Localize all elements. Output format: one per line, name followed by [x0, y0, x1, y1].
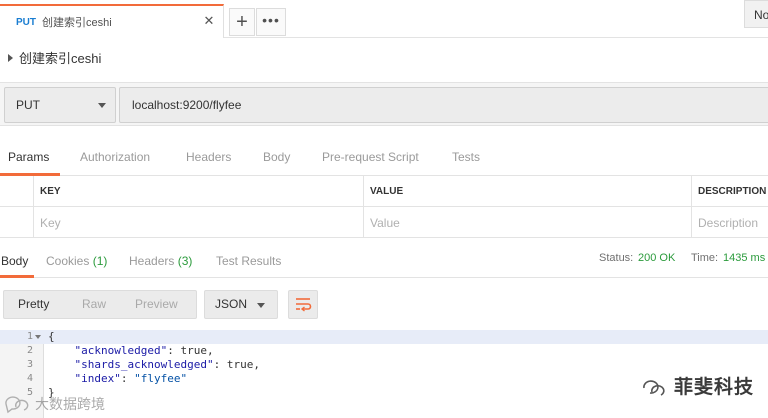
tab-method-label: PUT: [16, 16, 36, 28]
tab-strip: PUT 创建索引ceshi ✕ + ••• No: [0, 0, 768, 38]
response-tab-headers[interactable]: Headers (3): [129, 254, 192, 268]
json-value: true,: [180, 344, 214, 357]
value-column-header: VALUE: [364, 176, 692, 207]
chevron-down-icon: [257, 303, 265, 308]
params-table: KEY VALUE DESCRIPTION Key Value Descript…: [0, 176, 768, 238]
time-value: 1435 ms: [723, 252, 766, 264]
row-checkbox[interactable]: [0, 207, 34, 238]
code-line: 3 "shards_acknowledged": true,: [0, 358, 768, 372]
tab-title: 创建索引ceshi: [42, 17, 112, 29]
params-header-row: KEY VALUE DESCRIPTION: [0, 176, 768, 207]
format-select[interactable]: JSON: [204, 290, 278, 319]
code-line: 2 "acknowledged": true,: [0, 344, 768, 358]
tab-headers[interactable]: Headers: [186, 150, 231, 164]
new-tab-button[interactable]: +: [229, 8, 255, 36]
response-tab-test-results[interactable]: Test Results: [216, 254, 281, 268]
tab-params[interactable]: Params: [8, 150, 49, 164]
watermark-right: 菲斐科技: [640, 372, 754, 399]
watermark-left-text: 大数据跨境: [35, 396, 105, 412]
method-select[interactable]: PUT: [4, 87, 116, 123]
active-response-tab-indicator: [0, 275, 34, 278]
tab-pre-request-script[interactable]: Pre-request Script: [322, 150, 419, 164]
line-number: 4: [26, 373, 33, 384]
json-key: "shards_acknowledged": [74, 358, 214, 371]
request-name-label: 创建索引ceshi: [19, 51, 102, 66]
more-tabs-button[interactable]: •••: [256, 8, 286, 36]
close-icon[interactable]: ✕: [201, 13, 217, 29]
tab-tests[interactable]: Tests: [452, 150, 480, 164]
response-tab-body[interactable]: Body: [1, 254, 28, 268]
request-tab[interactable]: PUT 创建索引ceshi ✕: [0, 4, 224, 38]
fold-toggle-icon[interactable]: [35, 335, 41, 339]
request-name[interactable]: 创建索引ceshi: [8, 48, 101, 67]
json-key: "acknowledged": [74, 344, 168, 357]
description-input[interactable]: Description: [692, 207, 768, 238]
json-value: true,: [226, 358, 260, 371]
json-value: "flyfee": [134, 372, 188, 385]
environment-select[interactable]: No: [744, 0, 768, 28]
json-key: "index": [74, 372, 121, 385]
chat-bubble-icon: [5, 396, 29, 414]
response-tabs: Body Cookies (1) Headers (3) Test Result…: [0, 244, 768, 278]
watermark-left: 大数据跨境: [3, 394, 105, 414]
line-number: 2: [26, 345, 33, 356]
key-input[interactable]: Key: [34, 207, 364, 238]
request-tabs: Params Authorization Headers Body Pre-re…: [0, 144, 768, 176]
key-column-header: KEY: [34, 176, 364, 207]
wechat-icon: [643, 379, 665, 396]
tab-body[interactable]: Body: [263, 150, 290, 164]
code-line: 1 {: [0, 330, 768, 344]
code-text: {: [48, 330, 55, 343]
description-column-header: DESCRIPTION: [698, 186, 767, 197]
format-value: JSON: [215, 297, 248, 311]
code-text: "shards_acknowledged": true,: [74, 358, 260, 371]
line-number: 1: [26, 331, 33, 342]
code-text: "index": "flyfee": [74, 372, 188, 385]
params-input-row: Key Value Description: [0, 207, 768, 238]
status-value: 200 OK: [638, 252, 676, 264]
value-input[interactable]: Value: [364, 207, 692, 238]
wrap-lines-icon: [296, 298, 312, 312]
pretty-view-button[interactable]: Pretty: [18, 297, 49, 311]
method-value: PUT: [16, 98, 40, 112]
watermark-right-text: 菲斐科技: [674, 377, 755, 398]
url-bar: PUT localhost:9200/flyfee: [0, 82, 768, 126]
preview-view-button[interactable]: Preview: [135, 297, 178, 311]
wrap-lines-button[interactable]: [288, 290, 318, 319]
line-number: 3: [26, 359, 33, 370]
view-mode-group: Pretty Raw Preview: [3, 290, 197, 319]
url-input[interactable]: localhost:9200/flyfee: [119, 87, 768, 123]
response-tab-cookies[interactable]: Cookies (1): [46, 254, 107, 268]
expand-caret-icon[interactable]: [8, 53, 13, 62]
code-text: "acknowledged": true,: [74, 344, 214, 357]
status-label: Status:: [599, 252, 634, 264]
tab-authorization[interactable]: Authorization: [80, 150, 150, 164]
chevron-down-icon: [98, 103, 106, 108]
time-label: Time:: [691, 252, 719, 264]
checkbox-column: [0, 176, 34, 207]
cookies-count: (1): [92, 254, 108, 268]
raw-view-button[interactable]: Raw: [82, 297, 106, 311]
headers-count: (3): [177, 254, 193, 268]
